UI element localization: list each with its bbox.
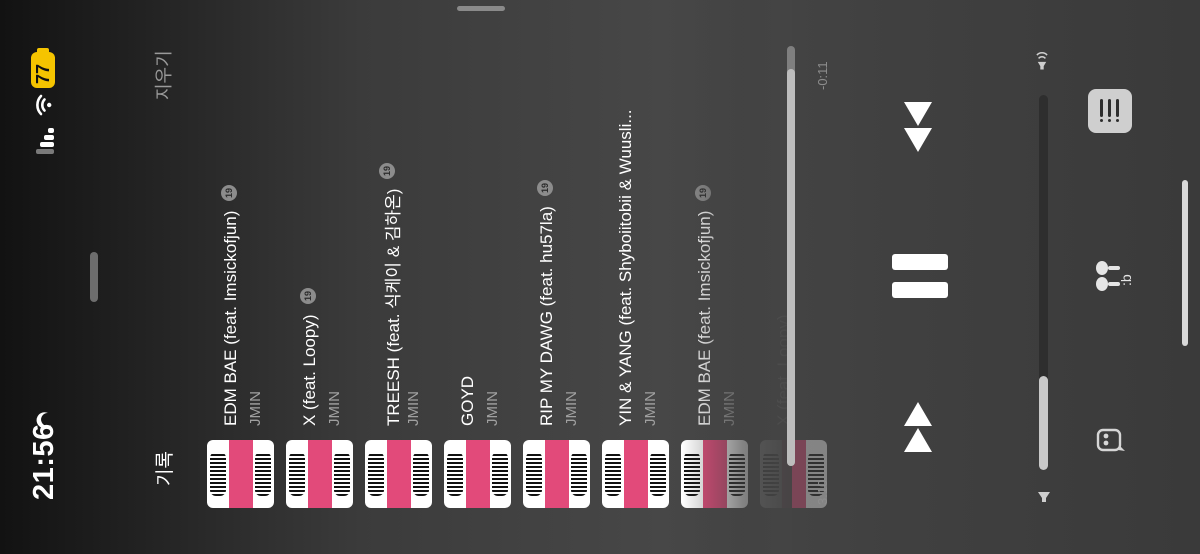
history-row[interactable]: X (feat. Loopy) JMIN 19 xyxy=(286,0,356,554)
song-artist: JMIN xyxy=(405,391,422,426)
album-art xyxy=(523,440,590,508)
song-artist: JMIN xyxy=(484,391,501,426)
previous-icon xyxy=(904,402,932,452)
moon-icon xyxy=(36,412,51,429)
volume-fill xyxy=(1039,376,1048,470)
lyrics-icon xyxy=(1096,428,1125,452)
song-title: TREESH (feat. 식케이 & 김하온) xyxy=(384,188,403,426)
lyrics-button[interactable] xyxy=(1094,424,1126,456)
previous-button[interactable] xyxy=(898,396,938,456)
explicit-badge: 19 xyxy=(537,180,553,197)
history-row[interactable]: GOYD JMIN xyxy=(444,0,514,554)
explicit-badge: 19 xyxy=(695,184,711,201)
history-row[interactable]: TREESH (feat. 식케이 & 김하온) JMIN 19 xyxy=(365,0,435,554)
status-time: 21:56 xyxy=(28,423,60,500)
now-playing-screen: 21:56 77 기록 지우기 EDM BAE (feat. Imsickofj… xyxy=(0,0,1200,554)
explicit-badge: 19 xyxy=(379,162,395,179)
song-artist: JMIN xyxy=(326,391,343,426)
volume-slider[interactable] xyxy=(1039,95,1048,470)
album-art xyxy=(444,440,511,508)
album-art xyxy=(207,440,274,508)
history-row[interactable]: EDM BAE (feat. Imsickofjun) JMIN 19 xyxy=(681,0,751,554)
queue-button[interactable] xyxy=(1088,89,1132,133)
battery-level: 77 xyxy=(33,63,53,84)
album-art xyxy=(365,440,432,508)
clear-history-button[interactable]: 지우기 xyxy=(150,50,176,100)
wifi-icon xyxy=(36,94,52,116)
explicit-badge: 19 xyxy=(221,184,237,201)
progress-fill xyxy=(787,69,795,466)
pause-button[interactable] xyxy=(892,254,948,300)
history-row[interactable]: EDM BAE (feat. Imsickofjun) JMIN 19 xyxy=(207,0,277,554)
song-artist: JMIN xyxy=(563,391,580,426)
elapsed-time: 3:10 xyxy=(815,479,830,505)
volume-high-icon xyxy=(1036,52,1048,70)
song-title: EDM BAE (feat. Imsickofjun) xyxy=(221,210,240,426)
album-art xyxy=(602,440,669,508)
song-artist: JMIN xyxy=(642,391,659,426)
song-title: RIP MY DAWG (feat. hu57la) xyxy=(537,206,556,426)
song-title: YIN & YANG (feat. Shyboiitobii & Wuusli.… xyxy=(616,109,635,426)
album-art xyxy=(286,440,353,508)
progress-bar[interactable] xyxy=(787,46,795,466)
home-indicator[interactable] xyxy=(1182,180,1188,346)
history-row[interactable]: YIN & YANG (feat. Shyboiitobii & Wuusli.… xyxy=(602,0,672,554)
history-row[interactable]: RIP MY DAWG (feat. hu57la) JMIN 19 xyxy=(523,0,593,554)
volume-low-icon xyxy=(1038,492,1050,502)
next-button[interactable] xyxy=(898,98,938,158)
song-title: X (feat. Loopy) xyxy=(300,314,319,426)
remaining-time: -0:11 xyxy=(815,61,830,90)
next-icon xyxy=(904,102,932,152)
song-artist: JMIN xyxy=(247,391,264,426)
history-title: 기록 xyxy=(155,451,176,486)
song-artist: JMIN xyxy=(721,391,738,426)
pause-icon xyxy=(892,254,948,270)
signal-icon xyxy=(34,128,54,154)
output-device-label: :b xyxy=(1118,274,1134,286)
explicit-badge: 19 xyxy=(300,288,316,305)
album-art xyxy=(681,440,748,508)
song-title: GOYD xyxy=(458,375,477,426)
panel-grabber[interactable] xyxy=(90,252,98,302)
song-title: EDM BAE (feat. Imsickofjun) xyxy=(695,210,714,426)
